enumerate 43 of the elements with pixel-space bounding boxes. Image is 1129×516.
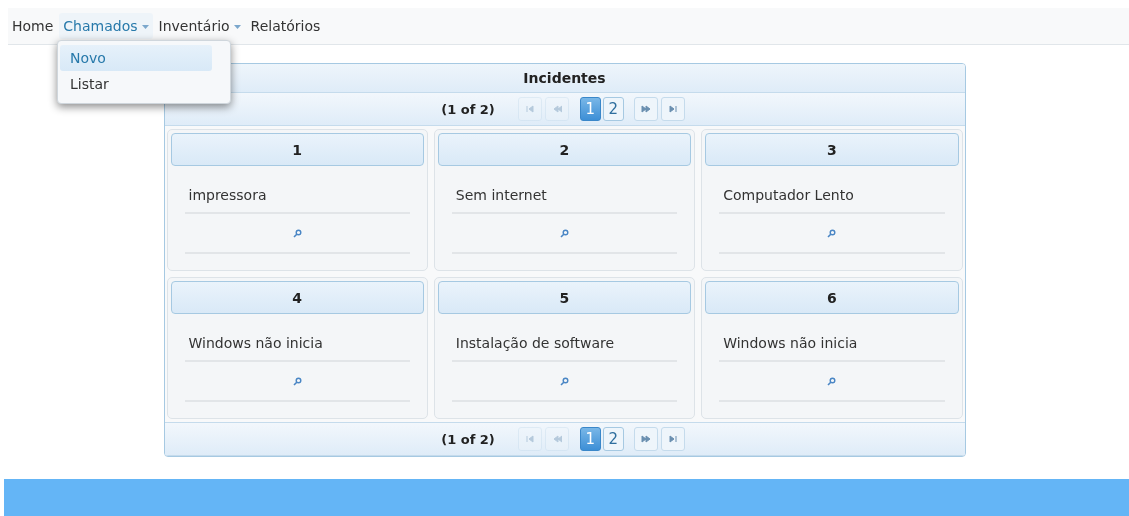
next-page-button[interactable] (633, 97, 658, 121)
next-arrow-icon (640, 434, 651, 444)
page-number-button[interactable]: 1 (579, 97, 601, 121)
next-arrow-icon (640, 104, 651, 114)
page-number-button[interactable]: 2 (602, 97, 624, 121)
search-icon[interactable] (292, 376, 302, 386)
search-icon[interactable] (292, 228, 302, 238)
last-page-button[interactable] (660, 427, 685, 451)
page-number-button[interactable]: 1 (579, 427, 601, 451)
first-arrow-icon (524, 434, 535, 444)
page-number-button[interactable]: 2 (602, 427, 624, 451)
incident-title: impressora (188, 187, 268, 205)
first-arrow-icon (524, 104, 535, 114)
search-icon[interactable] (827, 376, 837, 386)
search-icon[interactable] (560, 376, 569, 386)
caret-icon (233, 25, 241, 29)
menu-item[interactable]: Chamados (59, 13, 153, 39)
menu-item[interactable]: Inventário (154, 13, 245, 39)
last-page-button[interactable] (660, 97, 685, 121)
last-arrow-icon (667, 104, 678, 114)
search-icon[interactable] (827, 228, 837, 238)
incident-title: Windows não inicia (188, 335, 324, 353)
card-header: 6 (705, 281, 959, 314)
caret-icon (141, 25, 149, 29)
prev-arrow-icon (551, 104, 562, 114)
menu-item[interactable]: Relatórios (246, 13, 325, 39)
next-page-button[interactable] (633, 427, 658, 451)
incident-title: Sem internet (455, 187, 548, 205)
card-header: 1 (170, 133, 424, 166)
card-header: 2 (437, 133, 692, 166)
last-arrow-icon (667, 434, 678, 444)
card-header: 5 (437, 281, 692, 314)
incident-title: Windows não inicia (723, 335, 859, 353)
prev-arrow-icon (551, 434, 562, 444)
page-report: (1 of 2) (441, 101, 495, 117)
card-header: 4 (170, 281, 424, 314)
dropdown-item[interactable]: Novo (60, 45, 212, 71)
incident-title: Computador Lento (723, 187, 855, 205)
incident-title: Instalação de software (455, 335, 616, 353)
search-icon[interactable] (560, 228, 569, 238)
card-header: 3 (705, 133, 959, 166)
menu-item[interactable]: Home (8, 13, 58, 39)
page-report: (1 of 2) (441, 431, 495, 447)
